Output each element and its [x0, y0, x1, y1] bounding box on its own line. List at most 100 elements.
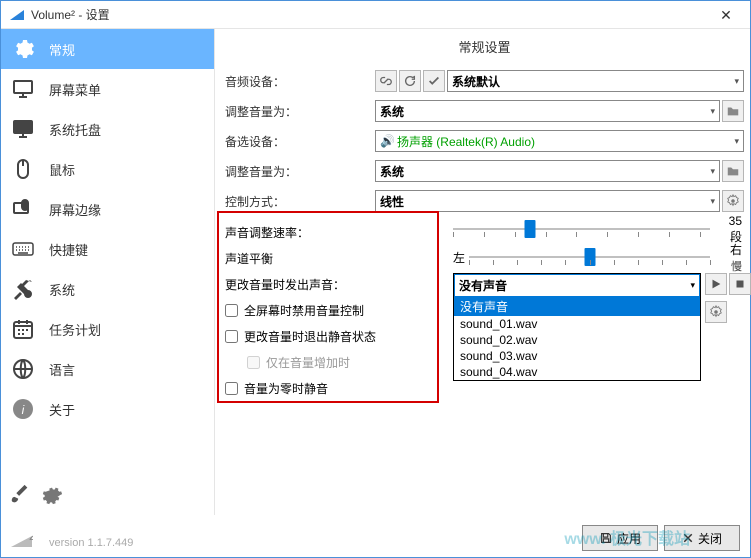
- combo-value: 系统: [380, 103, 710, 120]
- checkbox-zero-mute[interactable]: 音量为零时静音: [225, 375, 435, 401]
- sidebar-item-label: 鼠标: [49, 160, 75, 179]
- svg-text:2: 2: [29, 534, 33, 543]
- footer: 2 version 1.1.7.449 应用 关闭: [1, 515, 750, 557]
- balance-right-label: 右: [730, 243, 742, 257]
- sound-dropdown-open: 没有声音 ▾ 没有声音 sound_01.wav sound_02.wav so…: [453, 273, 701, 381]
- checkbox-exit-mute[interactable]: 更改音量时退出静音状态: [225, 323, 435, 349]
- combo-value: 系统: [380, 163, 710, 180]
- label-audio-device: 音频设备：: [225, 73, 375, 90]
- main-area: 常规 屏幕菜单 系统托盘 鼠标 屏幕边缘 快捷键 系统 任务计划: [1, 29, 750, 515]
- settings-button[interactable]: [722, 190, 744, 212]
- sidebar-item-label: 屏幕菜单: [49, 80, 101, 99]
- footer-tools: [9, 484, 63, 509]
- checkbox-input[interactable]: [225, 330, 238, 343]
- check-button[interactable]: [423, 70, 445, 92]
- sidebar-item-label: 任务计划: [49, 320, 101, 339]
- label-balance: 声道平衡: [225, 245, 435, 271]
- info-icon: i: [11, 397, 35, 421]
- combo-value: 扬声器 (Realtek(R) Audio): [397, 133, 735, 150]
- sidebar-item-edges[interactable]: 屏幕边缘: [1, 189, 214, 229]
- link-button[interactable]: [375, 70, 397, 92]
- apply-button[interactable]: 应用: [582, 525, 658, 551]
- folder-button[interactable]: [722, 100, 744, 122]
- mouse-icon: [11, 157, 35, 181]
- tools-icon: [11, 277, 35, 301]
- sidebar-item-tray[interactable]: 系统托盘: [1, 109, 214, 149]
- balance-slider[interactable]: [469, 246, 710, 268]
- sidebar-item-label: 常规: [49, 40, 75, 59]
- close-button[interactable]: ✕: [706, 3, 746, 27]
- checkbox-input: [247, 356, 260, 369]
- content-panel: 常规设置 音频设备： 系统默认 ▾ 调整音量为： 系统 ▾: [215, 29, 750, 515]
- app-mini-icon: 2: [11, 534, 33, 551]
- checkbox-input[interactable]: [225, 304, 238, 317]
- rate-slider[interactable]: [453, 218, 710, 240]
- sidebar-item-mouse[interactable]: 鼠标: [1, 149, 214, 189]
- sidebar-item-language[interactable]: 语言: [1, 349, 214, 389]
- combo-value: 系统默认: [452, 73, 734, 90]
- dropdown-option[interactable]: sound_01.wav: [454, 316, 700, 332]
- checkbox-input[interactable]: [225, 382, 238, 395]
- svg-text:i: i: [22, 403, 25, 417]
- calendar-icon: [11, 317, 35, 341]
- label-rate: 声音调整速率：: [225, 219, 435, 245]
- adjust1-combo[interactable]: 系统 ▾: [375, 100, 720, 122]
- close-footer-button[interactable]: 关闭: [664, 525, 740, 551]
- slow-label: 慢: [731, 261, 742, 273]
- chevron-down-icon: ▾: [710, 106, 715, 117]
- tray-icon: [11, 117, 35, 141]
- checkbox-fullscreen[interactable]: 全屏幕时禁用音量控制: [225, 297, 435, 323]
- chevron-down-icon: ▾: [734, 76, 739, 87]
- stop-button[interactable]: [729, 273, 751, 295]
- version-label: version 1.1.7.449: [49, 537, 133, 549]
- titlebar: Volume² - 设置 ✕: [1, 1, 750, 29]
- keyboard-icon: [11, 237, 35, 261]
- sidebar-item-about[interactable]: i 关于: [1, 389, 214, 429]
- sidebar-item-general[interactable]: 常规: [1, 29, 214, 69]
- edge-icon: [11, 197, 35, 221]
- sound-combo[interactable]: 没有声音 ▾: [454, 274, 700, 297]
- dropdown-option[interactable]: sound_04.wav: [454, 364, 700, 380]
- sidebar: 常规 屏幕菜单 系统托盘 鼠标 屏幕边缘 快捷键 系统 任务计划: [1, 29, 215, 515]
- sidebar-item-label: 语言: [49, 360, 75, 379]
- monitor-icon: [11, 77, 35, 101]
- label-sound-on-change: 更改音量时发出声音：: [225, 271, 435, 297]
- gear-icon: [11, 37, 35, 61]
- globe-icon: [11, 357, 35, 381]
- alt-device-combo[interactable]: 🔊 扬声器 (Realtek(R) Audio) ▾: [375, 130, 744, 152]
- brush-icon[interactable]: [9, 484, 31, 509]
- dropdown-option[interactable]: 没有声音: [454, 297, 700, 316]
- chevron-down-icon: ▾: [710, 166, 715, 177]
- sidebar-item-label: 快捷键: [49, 240, 88, 259]
- label-adjust-1: 调整音量为：: [225, 103, 375, 120]
- sidebar-item-label: 系统托盘: [49, 120, 101, 139]
- adjust2-combo[interactable]: 系统 ▾: [375, 160, 720, 182]
- audio-device-combo[interactable]: 系统默认 ▾: [447, 70, 744, 92]
- sidebar-item-hotkeys[interactable]: 快捷键: [1, 229, 214, 269]
- label-alt-device: 备选设备：: [225, 133, 375, 150]
- gear-small-icon[interactable]: [41, 484, 63, 509]
- label-adjust-2: 调整音量为：: [225, 163, 375, 180]
- window-title: Volume² - 设置: [31, 6, 706, 23]
- folder-button[interactable]: [722, 160, 744, 182]
- sidebar-item-scheduler[interactable]: 任务计划: [1, 309, 214, 349]
- sidebar-item-label: 系统: [49, 280, 75, 299]
- combo-value: 线性: [380, 193, 710, 210]
- sidebar-item-osd[interactable]: 屏幕菜单: [1, 69, 214, 109]
- speaker-icon: 🔊: [380, 134, 395, 148]
- chevron-down-icon: ▾: [690, 280, 695, 291]
- sidebar-item-label: 关于: [49, 400, 75, 419]
- chevron-down-icon: ▾: [710, 196, 715, 207]
- refresh-button[interactable]: [399, 70, 421, 92]
- chevron-down-icon: ▾: [734, 136, 739, 147]
- settings-button-2[interactable]: [705, 301, 727, 323]
- sidebar-item-label: 屏幕边缘: [49, 200, 101, 219]
- balance-left-label: 左: [453, 249, 465, 266]
- label-control-method: 控制方式：: [225, 193, 375, 210]
- dropdown-option[interactable]: sound_02.wav: [454, 332, 700, 348]
- play-button[interactable]: [705, 273, 727, 295]
- sidebar-item-system[interactable]: 系统: [1, 269, 214, 309]
- dropdown-option[interactable]: sound_03.wav: [454, 348, 700, 364]
- control-method-combo[interactable]: 线性 ▾: [375, 190, 720, 212]
- app-icon: [9, 7, 25, 23]
